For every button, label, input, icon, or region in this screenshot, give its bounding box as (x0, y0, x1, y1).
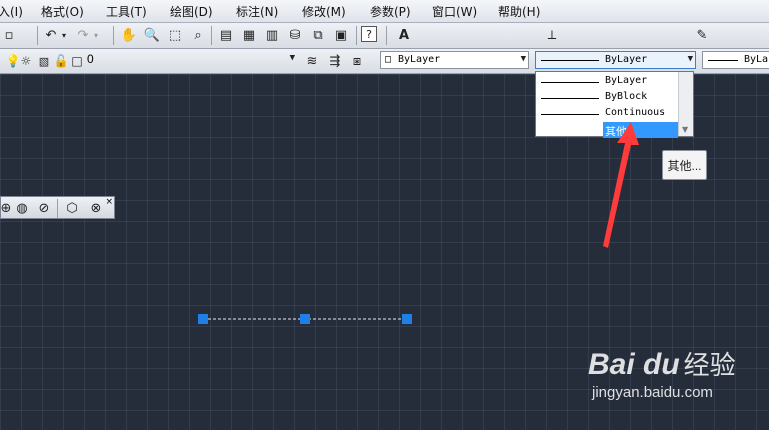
red-arrow-icon (603, 122, 639, 248)
annotation-arrow (603, 122, 639, 248)
